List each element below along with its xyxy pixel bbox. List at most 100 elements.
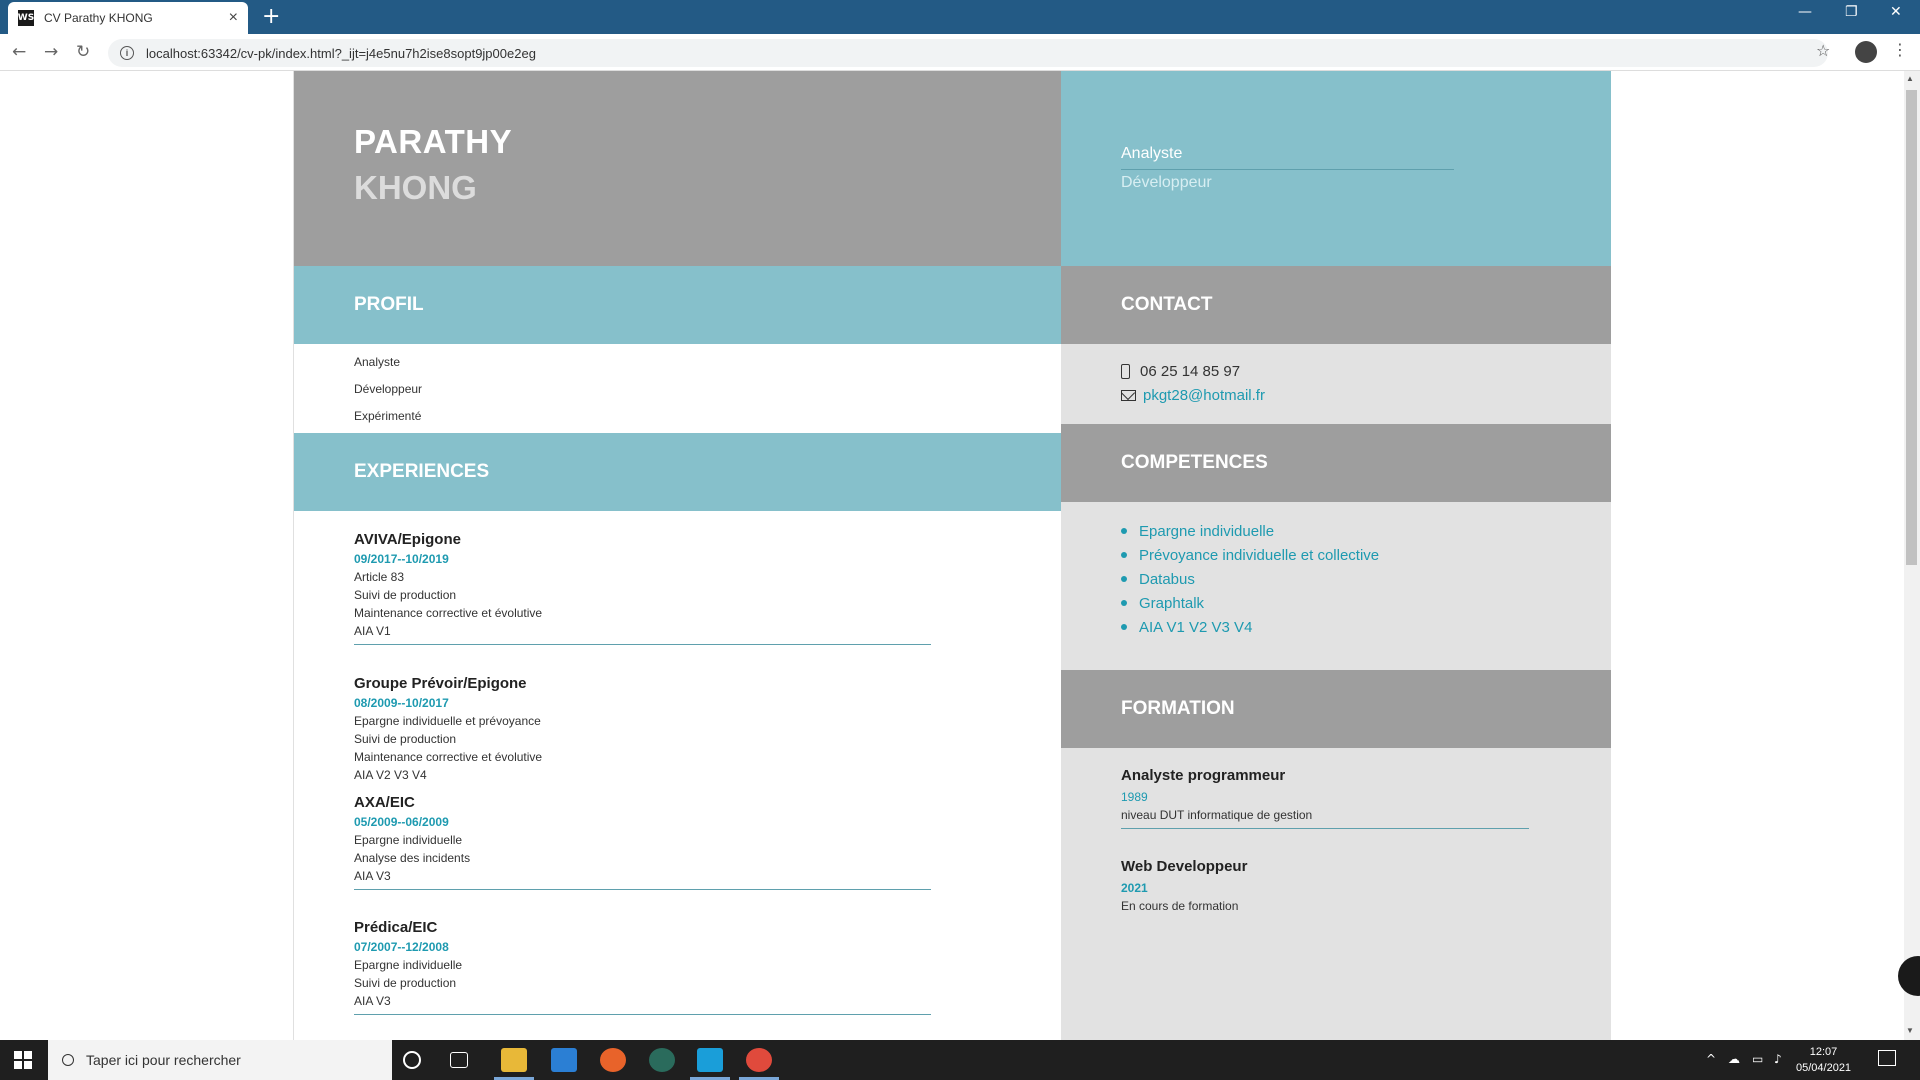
- scroll-down-arrow-icon[interactable]: ▼: [1906, 1026, 1914, 1035]
- skill-item: Epargne individuelle: [1121, 522, 1379, 540]
- experience-line: Suivi de production: [354, 732, 457, 746]
- experience-title: Groupe Prévoir/Epigone: [354, 675, 527, 692]
- formation-item: Analyste programmeur 1989 niveau DUT inf…: [1121, 767, 1529, 829]
- experiences-heading: EXPERIENCES: [294, 433, 1062, 511]
- scroll-up-arrow-icon[interactable]: ▲: [1906, 74, 1914, 83]
- taskbar-search[interactable]: Taper ici pour rechercher: [48, 1040, 392, 1080]
- experience-line: Suivi de production: [354, 588, 457, 602]
- profil-item: Développeur: [354, 382, 423, 396]
- experience-line: AIA V1: [354, 624, 391, 638]
- network-icon[interactable]: ▭: [1752, 1052, 1763, 1066]
- name-header: PARATHY KHONG: [294, 71, 1062, 266]
- formation-year: 2021: [1121, 881, 1148, 895]
- phone-line: 06 25 14 85 97: [1121, 363, 1240, 380]
- formation-heading: FORMATION: [1061, 670, 1611, 748]
- profil-item: Analyste: [354, 355, 401, 369]
- close-window-icon[interactable]: ✕: [1890, 4, 1902, 20]
- experience-date: 09/2017--10/2019: [354, 552, 449, 566]
- chevron-up-icon[interactable]: ^: [1706, 1052, 1716, 1066]
- cortana-icon[interactable]: [403, 1051, 421, 1069]
- contact-heading: CONTACT: [1061, 266, 1611, 344]
- divider: [354, 644, 931, 645]
- forward-arrow-icon[interactable]: →: [44, 42, 58, 62]
- address-bar[interactable]: i localhost:63342/cv-pk/index.html?_ijt=…: [108, 39, 1828, 67]
- chrome-icon[interactable]: [746, 1048, 772, 1072]
- experience-line: AIA V2 V3 V4: [354, 768, 427, 782]
- minimize-icon[interactable]: —: [1798, 4, 1812, 20]
- mail-icon: [1121, 390, 1136, 401]
- experience-item: Groupe Prévoir/Epigone 08/2009--10/2017 …: [354, 675, 931, 782]
- skills-list: Epargne individuelle Prévoyance individu…: [1121, 522, 1379, 642]
- close-tab-icon[interactable]: ×: [229, 9, 238, 27]
- file-explorer-icon[interactable]: [501, 1048, 527, 1072]
- phone-icon: [1121, 364, 1130, 379]
- reload-icon[interactable]: ↻: [76, 42, 90, 62]
- formation-title: Web Developpeur: [1121, 858, 1248, 875]
- experience-line: Epargne individuelle et prévoyance: [354, 714, 541, 728]
- info-icon[interactable]: i: [120, 46, 134, 60]
- scroll-thumb[interactable]: [1906, 90, 1917, 565]
- profile-avatar-icon[interactable]: [1855, 41, 1877, 63]
- job-subtitle: Développeur: [1121, 174, 1212, 191]
- firefox-icon[interactable]: [600, 1048, 626, 1072]
- search-icon: [62, 1054, 74, 1066]
- skill-item: AIA V1 V2 V3 V4: [1121, 618, 1379, 636]
- formation-title: Analyste programmeur: [1121, 767, 1286, 784]
- experience-line: Article 83: [354, 570, 405, 584]
- gitkraken-icon[interactable]: [649, 1048, 675, 1072]
- experience-date: 05/2009--06/2009: [354, 815, 449, 829]
- cv-page: PARATHY KHONG PROFIL Analyste Développeu…: [293, 71, 1611, 1040]
- webstorm-favicon-icon: WS: [18, 10, 34, 26]
- experience-item: Prédica/EIC 07/2007--12/2008 Epargne ind…: [354, 919, 931, 1015]
- experience-item: AXA/EIC 05/2009--06/2009 Epargne individ…: [354, 794, 931, 890]
- right-column: Analyste Développeur CONTACT 06 25 14 85…: [1061, 71, 1611, 1040]
- divider: [354, 889, 931, 890]
- experience-line: Epargne individuelle: [354, 958, 463, 972]
- experience-item: AVIVA/Epigone 09/2017--10/2019 Article 8…: [354, 531, 931, 645]
- volume-icon[interactable]: ♪: [1774, 1052, 1782, 1066]
- formation-year: 1989: [1121, 790, 1148, 804]
- webstorm-icon[interactable]: [697, 1048, 723, 1072]
- browser-tab-bar: WS CV Parathy KHONG × + — ❐ ✕: [0, 0, 1920, 34]
- experience-title: Prédica/EIC: [354, 919, 438, 936]
- url-text[interactable]: localhost:63342/cv-pk/index.html?_ijt=j4…: [146, 46, 536, 61]
- profil-heading: PROFIL: [294, 266, 1062, 344]
- formation-item: Web Developpeur 2021 En cours de formati…: [1121, 858, 1529, 913]
- page-viewport: PARATHY KHONG PROFIL Analyste Développeu…: [0, 71, 1904, 1040]
- divider: [1121, 828, 1529, 829]
- email-link[interactable]: pkgt28@hotmail.fr: [1143, 387, 1265, 404]
- notification-icon[interactable]: [1878, 1050, 1896, 1066]
- menu-dots-icon[interactable]: ⋮: [1892, 40, 1908, 59]
- formation-desc: niveau DUT informatique de gestion: [1121, 808, 1313, 822]
- onedrive-cloud-icon[interactable]: ☁: [1728, 1052, 1740, 1066]
- divider: [354, 1014, 931, 1015]
- search-placeholder[interactable]: Taper ici pour rechercher: [86, 1052, 241, 1068]
- experience-line: Maintenance corrective et évolutive: [354, 750, 543, 764]
- experience-title: AXA/EIC: [354, 794, 415, 811]
- back-arrow-icon[interactable]: ←: [12, 42, 26, 62]
- last-name: KHONG: [354, 169, 477, 206]
- windows-start-icon[interactable]: [14, 1051, 32, 1069]
- skill-item: Graphtalk: [1121, 594, 1379, 612]
- mail-app-icon[interactable]: [551, 1048, 577, 1072]
- windows-taskbar: Taper ici pour rechercher ^ ☁ ▭ ♪ 12:07 …: [0, 1040, 1920, 1080]
- left-column: PARATHY KHONG PROFIL Analyste Développeu…: [293, 71, 1062, 1040]
- job-title: Analyste: [1121, 145, 1454, 170]
- restore-icon[interactable]: ❐: [1845, 4, 1858, 20]
- new-tab-icon[interactable]: +: [262, 4, 280, 29]
- browser-tab[interactable]: WS CV Parathy KHONG ×: [8, 2, 248, 34]
- phone-number: 06 25 14 85 97: [1140, 363, 1241, 380]
- taskbar-clock[interactable]: 12:07 05/04/2021: [1796, 1044, 1851, 1076]
- task-view-icon[interactable]: [450, 1052, 468, 1068]
- skill-item: Prévoyance individuelle et collective: [1121, 546, 1379, 564]
- email-line: pkgt28@hotmail.fr: [1121, 387, 1265, 404]
- experience-line: AIA V3: [354, 994, 391, 1008]
- bookmark-star-icon[interactable]: ☆: [1816, 41, 1830, 60]
- clock-time: 12:07: [1809, 1046, 1838, 1058]
- experience-title: AVIVA/Epigone: [354, 531, 461, 548]
- first-name: PARATHY: [354, 123, 513, 160]
- formation-desc: En cours de formation: [1121, 899, 1239, 913]
- experience-line: AIA V3: [354, 869, 391, 883]
- experience-line: Epargne individuelle: [354, 833, 463, 847]
- experience-line: Maintenance corrective et évolutive: [354, 606, 543, 620]
